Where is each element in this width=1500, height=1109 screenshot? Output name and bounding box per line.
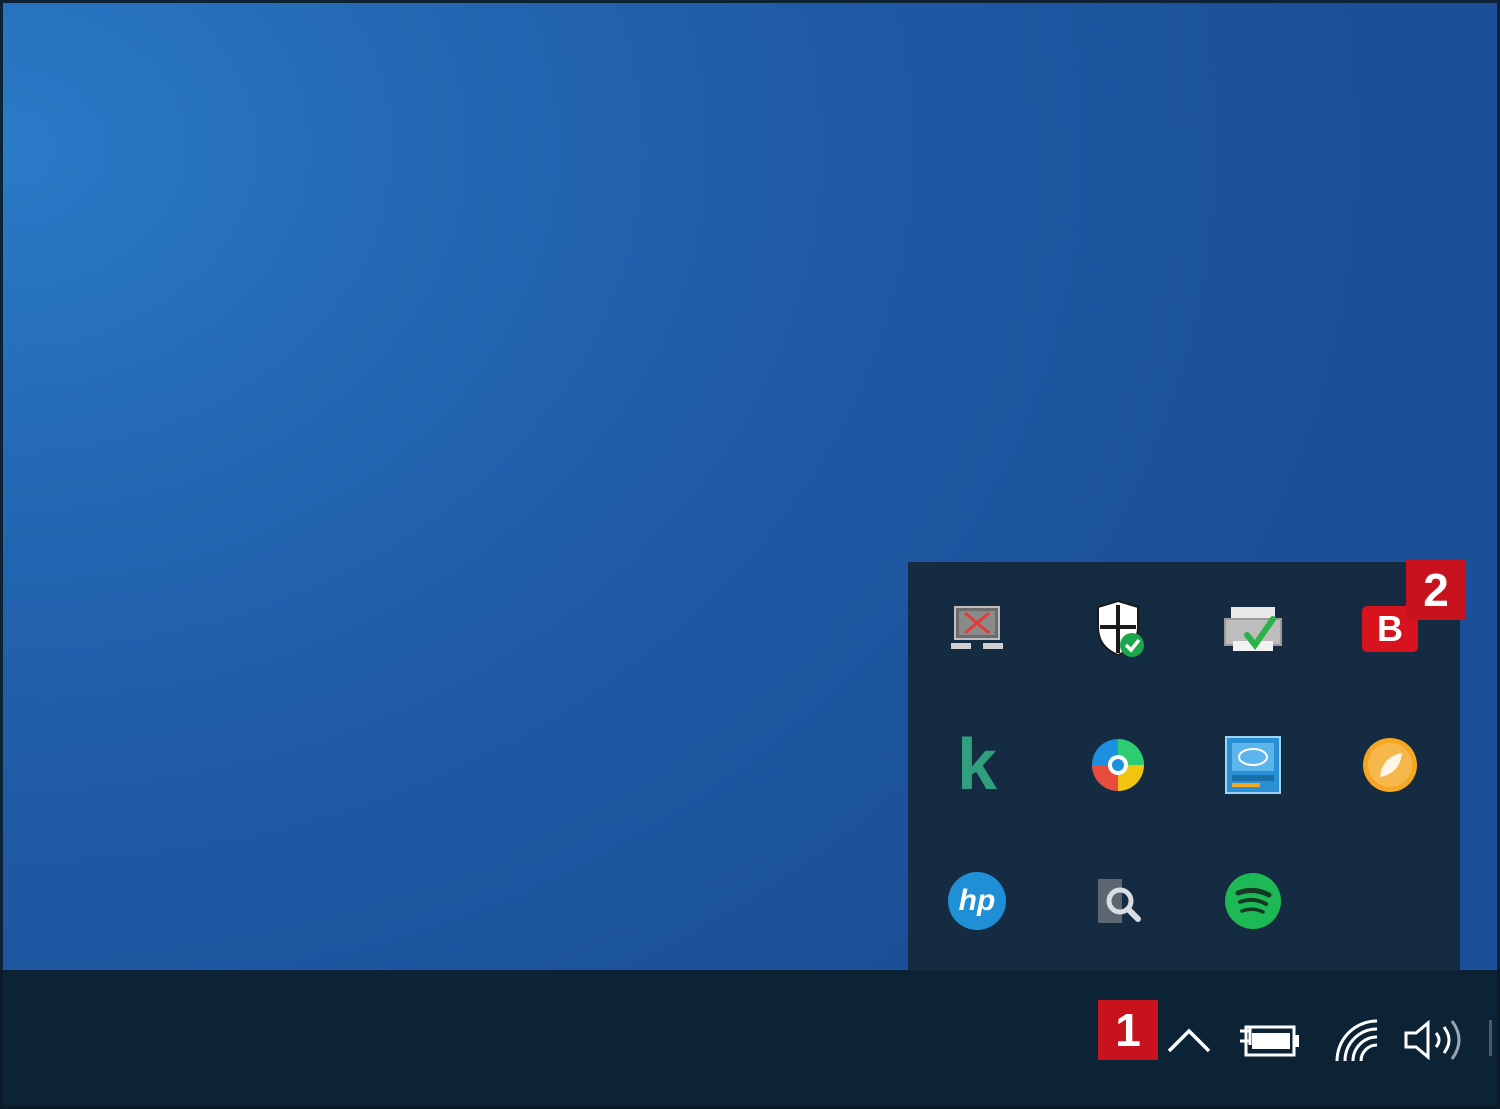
intel-graphics-icon	[1225, 736, 1281, 794]
hp-letters: hp	[958, 884, 996, 917]
show-hidden-icons-button[interactable]	[1163, 1014, 1215, 1066]
microsoft-edge-icon	[1092, 739, 1144, 791]
tray-item-orange-app[interactable]	[1345, 720, 1435, 810]
spotify-icon	[1225, 873, 1281, 929]
battery-charging-icon	[1240, 1025, 1299, 1057]
tray-item-kaspersky[interactable]: k	[932, 720, 1022, 810]
windows-security-icon	[1097, 599, 1144, 657]
show-hidden-icons-chevron-icon	[1167, 1028, 1211, 1053]
kaspersky-icon: k	[957, 729, 997, 801]
show-desktop-divider[interactable]	[1489, 1020, 1492, 1056]
tray-item-edge[interactable]	[1073, 720, 1163, 810]
tray-item-hp[interactable]: hp	[932, 856, 1022, 946]
tray-item-windows-security[interactable]	[1073, 584, 1163, 674]
printer-ok-icon	[1224, 607, 1282, 651]
orange-leaf-app-icon	[1363, 738, 1417, 792]
network-button[interactable]	[1327, 1014, 1387, 1066]
annotation-badge-1: 1	[1098, 1000, 1158, 1060]
remote-desktop-disconnected-icon	[951, 606, 1003, 649]
hidden-icons-flyout: B k hp	[908, 562, 1460, 972]
battery-button[interactable]	[1235, 1014, 1305, 1066]
search-indexer-icon	[1098, 879, 1141, 923]
bitdefender-letter: B	[1377, 608, 1403, 649]
taskbar: 1	[0, 970, 1500, 1109]
annotation-badge-2: 2	[1406, 560, 1466, 620]
tray-item-printer[interactable]	[1208, 584, 1298, 674]
tray-item-search-indexer[interactable]	[1073, 856, 1163, 946]
volume-button[interactable]	[1401, 1014, 1467, 1066]
annotation-badge-2-label: 2	[1423, 564, 1449, 616]
tray-item-intel[interactable]	[1208, 720, 1298, 810]
tray-item-spotify[interactable]	[1208, 856, 1298, 946]
kaspersky-letter: k	[956, 725, 998, 805]
volume-icon	[1404, 1019, 1461, 1061]
wifi-icon	[1335, 1019, 1378, 1062]
tray-item-remote-desktop[interactable]	[932, 584, 1022, 674]
annotation-badge-1-label: 1	[1115, 1004, 1141, 1056]
hp-icon: hp	[948, 872, 1006, 930]
